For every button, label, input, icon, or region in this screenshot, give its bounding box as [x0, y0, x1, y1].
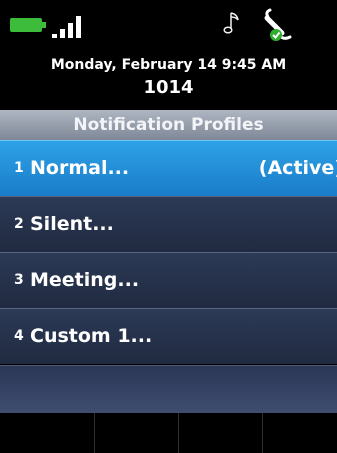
headset-icon	[264, 8, 292, 41]
header: Monday, February 14 9:45 AM 1014	[0, 50, 337, 110]
status-bar	[0, 0, 337, 50]
profile-item-custom-1[interactable]: 4 Custom 1...	[0, 308, 337, 364]
active-status: (Active)	[258, 157, 337, 179]
softkey-2[interactable]	[95, 413, 179, 453]
battery-tip	[42, 22, 46, 28]
softkey-1[interactable]	[0, 413, 84, 453]
item-label: Silent...	[30, 213, 114, 235]
date-time: Monday, February 14 9:45 AM	[50, 57, 287, 73]
signal-icon	[52, 16, 94, 38]
extension-number: 1014	[143, 77, 194, 98]
item-number: 1	[14, 160, 24, 176]
softkey-3[interactable]	[179, 413, 263, 453]
profile-item-silent[interactable]: 2 Silent...	[0, 196, 337, 252]
item-number: 3	[14, 272, 24, 288]
item-label: Meeting...	[30, 269, 140, 291]
battery-icon	[10, 18, 42, 32]
item-number: 4	[14, 328, 24, 344]
screen-title: Notification Profiles	[0, 110, 337, 140]
empty-list-area	[0, 365, 337, 414]
item-number: 2	[14, 216, 24, 232]
softkey-bar	[0, 413, 337, 453]
music-note-icon	[223, 12, 239, 34]
item-label: Normal...	[30, 157, 130, 179]
softkey-4[interactable]	[263, 413, 337, 453]
profile-item-normal[interactable]: 1 Normal... (Active)	[0, 140, 337, 196]
profile-item-meeting[interactable]: 3 Meeting...	[0, 252, 337, 308]
item-label: Custom 1...	[30, 325, 153, 347]
